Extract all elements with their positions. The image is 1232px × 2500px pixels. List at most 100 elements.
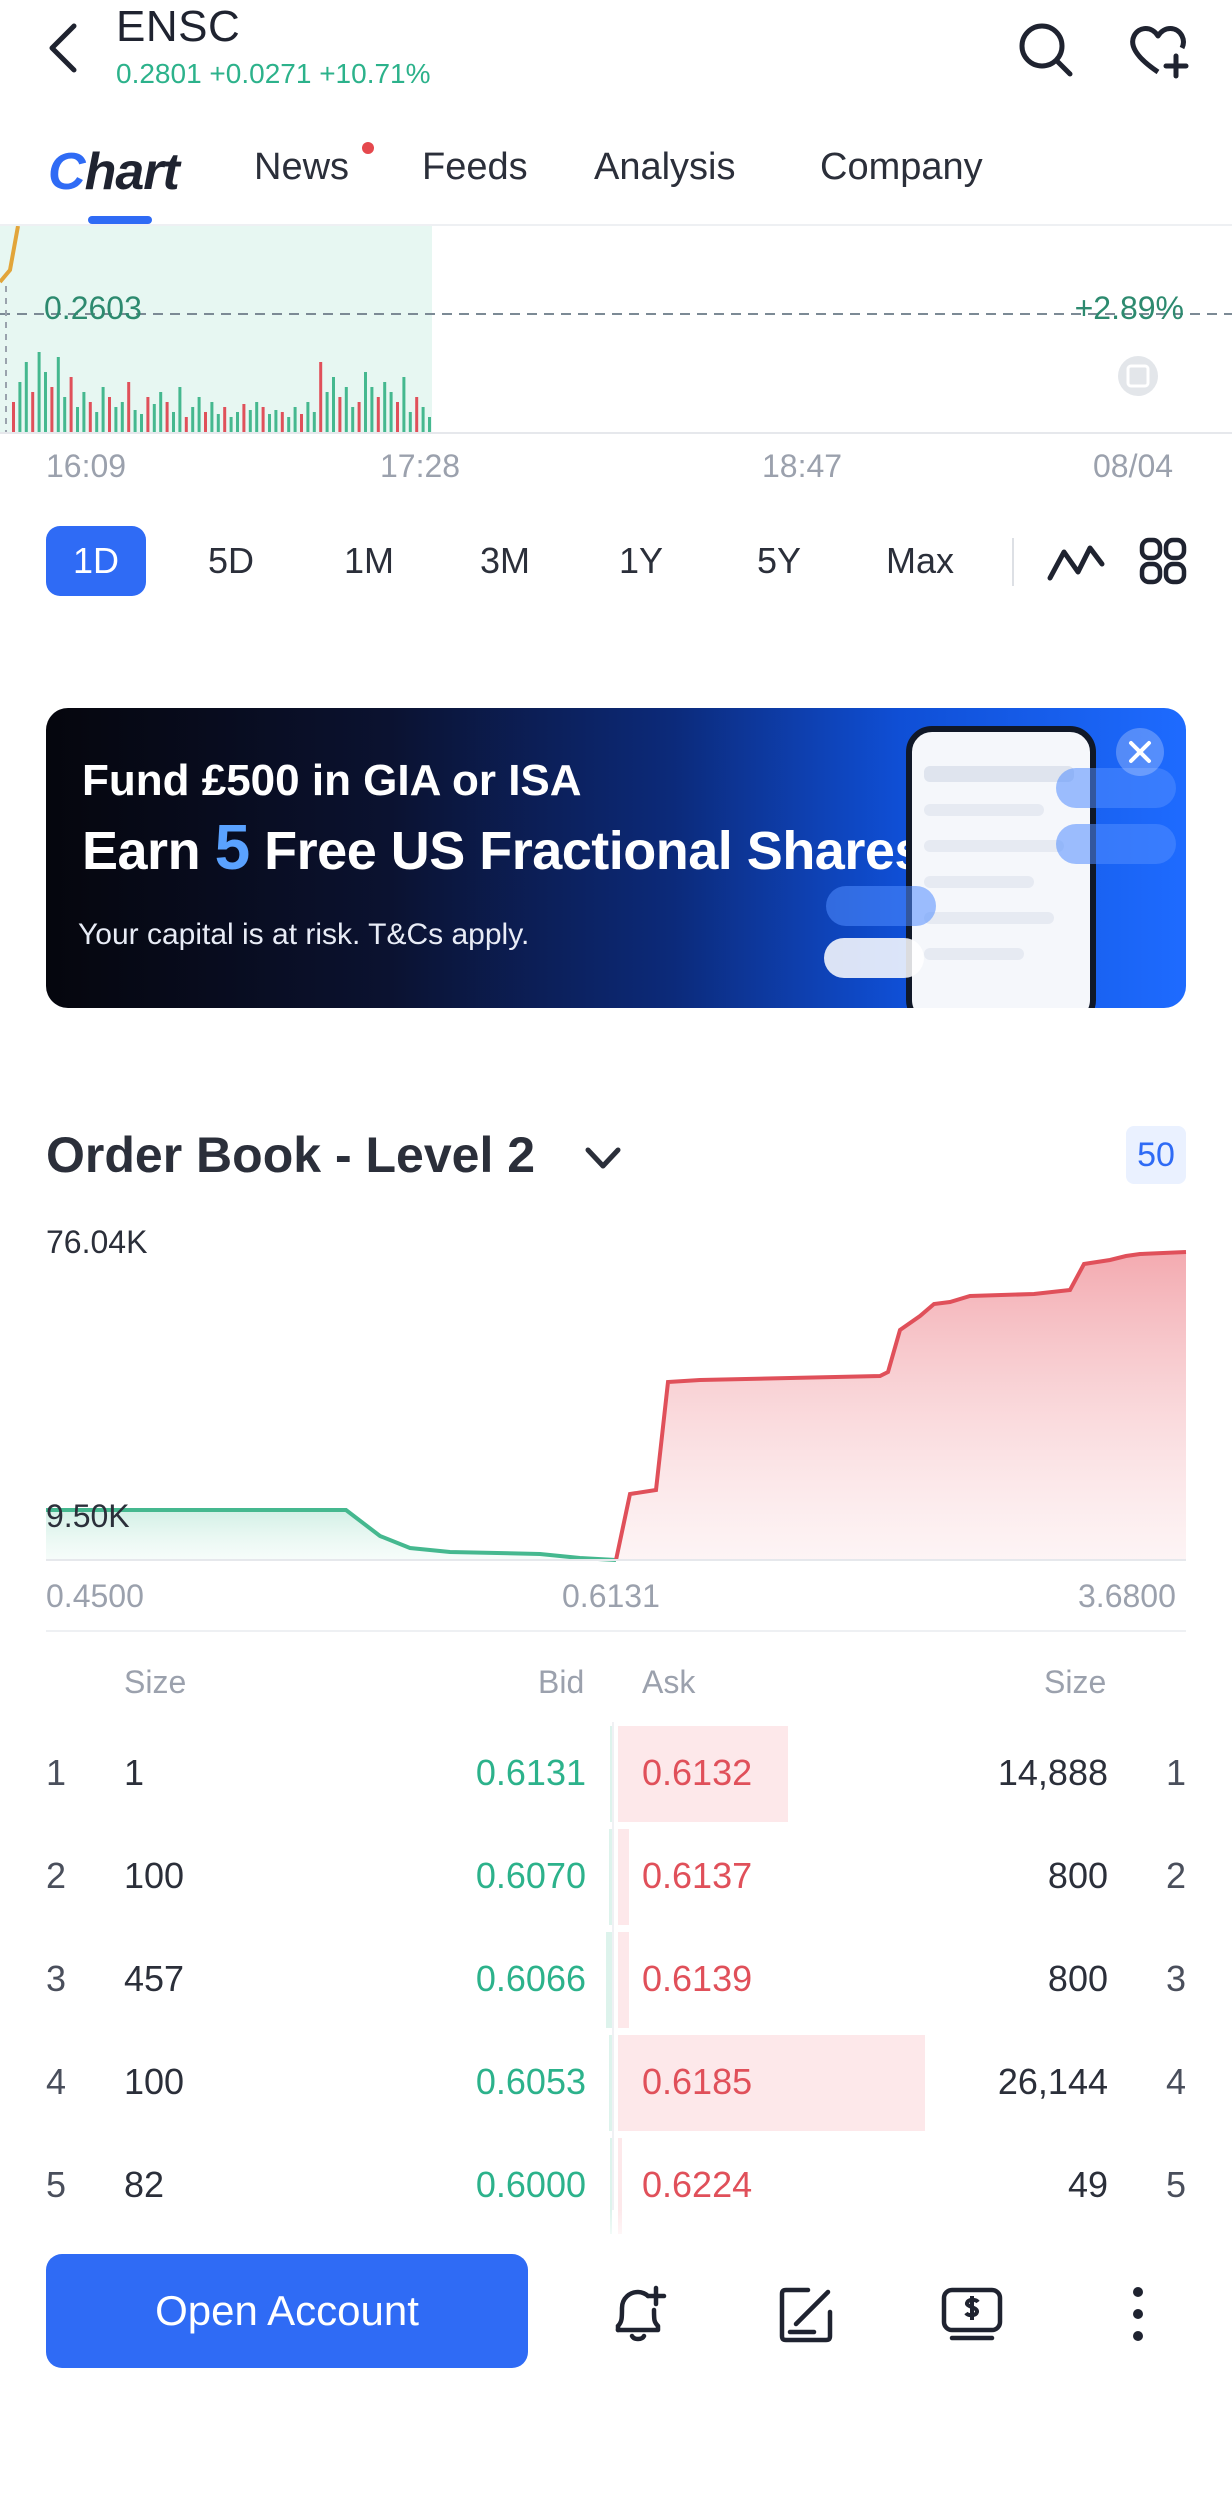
ask-size-header: Size — [1044, 1664, 1107, 1700]
active-tab-indicator — [88, 216, 152, 224]
depth-x-min: 0.4500 — [46, 1578, 144, 1614]
volume-bar — [229, 417, 233, 432]
volume-bar — [204, 412, 207, 432]
period-5y[interactable]: 5Y — [734, 526, 824, 596]
open-account-button[interactable]: Open Account — [46, 2254, 528, 2368]
order-book-row[interactable]: 1 1 0.6131 0.6132 14,888 1 — [0, 1722, 1232, 1822]
ask-price: 0.6137 — [642, 1855, 753, 1896]
depth-chart-canvas — [46, 1250, 1187, 1562]
bid-volume-bar — [606, 1932, 612, 2028]
volume-bar — [178, 387, 182, 432]
tab-feeds[interactable]: Feeds — [422, 146, 528, 189]
chevron-down-icon[interactable] — [580, 1140, 626, 1176]
volume-bar — [24, 362, 28, 432]
bid-size: 457 — [124, 1958, 185, 1999]
volume-bar — [248, 410, 252, 432]
ask-price: 0.6132 — [642, 1752, 753, 1793]
order-book-row[interactable]: 2 100 0.6070 0.6137 800 2 — [0, 1825, 1232, 1925]
volume-bar — [184, 417, 188, 432]
banner-offer-post: Free US Fractional Shares — [249, 821, 924, 881]
promo-banner[interactable]: Fund £500 in GIA or ISA Earn 5 Free US F… — [46, 708, 1186, 1008]
close-icon[interactable] — [1116, 728, 1164, 776]
banner-chip — [1056, 824, 1176, 864]
order-book-row[interactable]: 3 457 0.6066 0.6139 800 3 — [0, 1928, 1232, 2028]
tab-chart[interactable]: Chart — [48, 142, 180, 202]
line-chart-icon[interactable] — [1046, 534, 1106, 590]
row-index-left: 3 — [46, 1958, 67, 1999]
volume-bar — [210, 402, 214, 432]
volume-bar — [127, 382, 131, 432]
grid-icon[interactable] — [1138, 534, 1188, 588]
volume-bar — [338, 397, 342, 432]
tab-chart-label: hart — [84, 143, 180, 201]
order-book-row[interactable]: 4 100 0.6053 0.6185 26,144 4 — [0, 2031, 1232, 2131]
row-index-right: 4 — [1165, 2061, 1186, 2102]
back-icon[interactable] — [40, 16, 96, 80]
volume-bar — [31, 392, 35, 432]
volume-bar — [236, 412, 239, 432]
reference-price-label: 0.2603 — [44, 290, 142, 326]
order-book-title[interactable]: Order Book - Level 2 — [46, 1126, 535, 1184]
row-index-left: 1 — [46, 1752, 67, 1793]
ask-volume-bar — [618, 1829, 629, 1925]
depth-y-min: 9.50K — [46, 1498, 130, 1534]
watchlist-add-icon[interactable] — [1124, 14, 1194, 84]
volume-bar — [242, 404, 246, 432]
volume-bar — [319, 362, 323, 432]
time-axis-label: 16:09 — [46, 448, 127, 484]
ask-size: 800 — [1047, 1958, 1108, 1999]
banner-headline: Fund £500 in GIA or ISA — [82, 756, 582, 805]
row-index-right: 1 — [1165, 1752, 1186, 1793]
price-quote: 0.2801 +0.0271 +10.71% — [116, 58, 431, 89]
bid-size: 100 — [124, 2061, 185, 2102]
price-chart[interactable]: 0.2603 +2.89% 16:09 17:28 18:47 08/04 — [0, 226, 1232, 484]
volume-bar — [415, 397, 419, 432]
banner-disclaimer: Your capital is at risk. T&Cs apply. — [78, 918, 530, 951]
note-edit-icon[interactable] — [772, 2280, 840, 2348]
news-unread-dot — [362, 142, 374, 154]
ask-size: 26,144 — [997, 2061, 1108, 2102]
bid-price: 0.6131 — [475, 1752, 586, 1793]
fullscreen-icon[interactable] — [1118, 356, 1158, 396]
volume-bar — [389, 392, 393, 432]
bid-price: 0.6066 — [475, 1958, 586, 1999]
period-max[interactable]: Max — [868, 526, 972, 596]
banner-chip — [824, 938, 924, 978]
volume-bar — [325, 392, 329, 432]
volume-bar — [408, 412, 412, 432]
volume-bar — [357, 402, 361, 432]
alert-add-icon[interactable] — [604, 2280, 672, 2348]
period-1d[interactable]: 1D — [46, 526, 146, 596]
row-index-right: 3 — [1165, 1958, 1186, 1999]
volume-bar — [95, 412, 99, 432]
row-index-left: 4 — [46, 2061, 67, 2102]
volume-bar — [133, 410, 137, 432]
volume-bar — [140, 414, 143, 432]
volume-bar — [191, 407, 195, 432]
depth-x-max: 3.6800 — [1078, 1578, 1176, 1614]
volume-bar — [332, 377, 335, 432]
row-index-right: 5 — [1165, 2164, 1186, 2205]
row-index-right: 2 — [1165, 1855, 1186, 1896]
volume-bar — [364, 372, 367, 432]
volume-bar — [44, 372, 47, 432]
search-icon[interactable] — [1010, 14, 1080, 84]
tab-news[interactable]: News — [254, 146, 349, 189]
ask-size: 49 — [1067, 2164, 1108, 2205]
banner-offer-number: 5 — [214, 811, 251, 883]
tab-analysis[interactable]: Analysis — [594, 146, 736, 189]
depth-y-max: 76.04K — [46, 1224, 148, 1260]
volume-bar — [82, 392, 86, 432]
trade-icon[interactable] — [938, 2280, 1006, 2348]
period-3m[interactable]: 3M — [460, 526, 550, 596]
period-1y[interactable]: 1Y — [596, 526, 686, 596]
depth-selector[interactable]: 50 — [1126, 1126, 1186, 1184]
period-5d[interactable]: 5D — [186, 526, 276, 596]
volume-bar — [114, 407, 118, 432]
tab-company[interactable]: Company — [820, 146, 983, 189]
volume-bar — [88, 402, 92, 432]
period-1m[interactable]: 1M — [324, 526, 414, 596]
volume-bar — [216, 414, 220, 432]
volume-bar — [152, 404, 156, 432]
more-icon[interactable] — [1104, 2280, 1172, 2348]
